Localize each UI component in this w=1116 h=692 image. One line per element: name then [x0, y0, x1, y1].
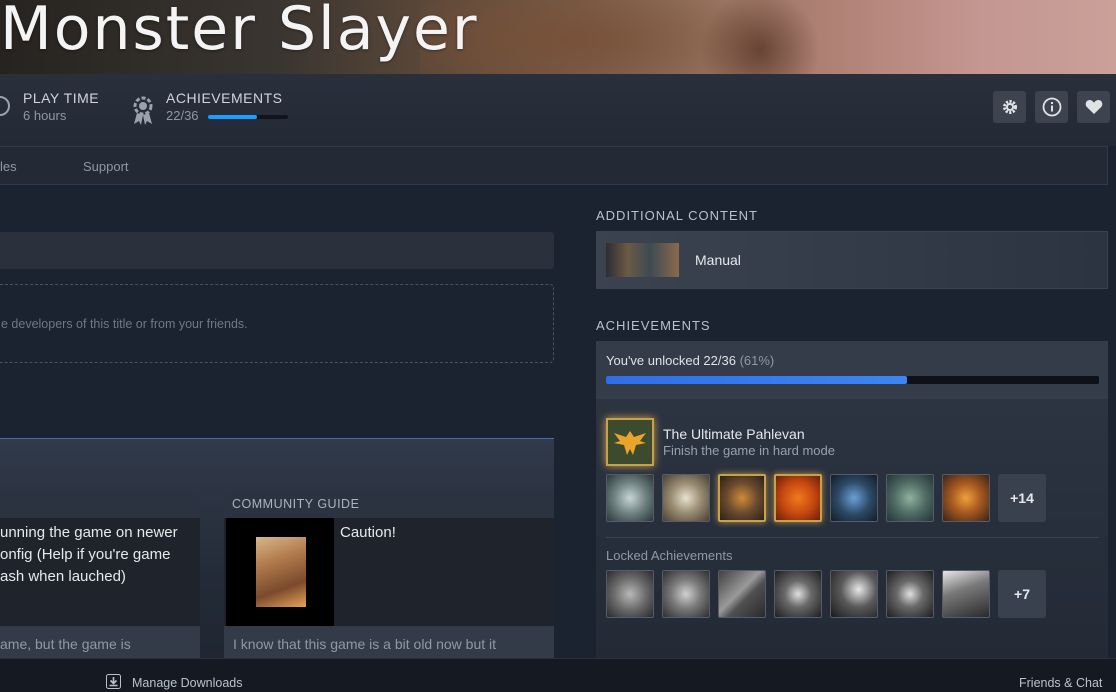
locked-achievements-label: Locked Achievements	[606, 548, 733, 563]
guide-card-foot: I know that this game is a bit old now b…	[233, 636, 497, 652]
game-title: Monster Slayer	[0, 0, 479, 64]
activity-empty-box: e developers of this title or from your …	[0, 284, 554, 363]
unlocked-achievement-4[interactable]	[774, 474, 822, 522]
achievements-panel: You've unlocked 22/36 (61%) The Ultimate…	[596, 341, 1108, 661]
guide-card-title: Caution!	[340, 524, 396, 541]
guide-card[interactable]: COMMUNITY GUIDE Caution! I know that thi…	[224, 491, 554, 661]
gear-icon	[1002, 100, 1017, 114]
achievements-summary-bar	[606, 376, 1099, 384]
hero-banner: Monster Slayer	[0, 0, 1116, 74]
dlc-label: Manual	[695, 252, 741, 268]
settings-button[interactable]	[993, 91, 1026, 123]
featured-achievement-icon[interactable]	[606, 418, 654, 466]
achievements-summary-text: You've unlocked 22/36 (61%)	[606, 353, 774, 368]
download-icon	[106, 674, 121, 689]
news-card[interactable]: unning the game on newer onfig (Help if …	[0, 491, 200, 661]
achievements-stat[interactable]: ACHIEVEMENTS 22/36	[130, 90, 282, 126]
locked-achievement-3[interactable]	[718, 570, 766, 618]
featured-achievement-description: Finish the game in hard mode	[663, 443, 835, 458]
locked-achievement-1[interactable]	[606, 570, 654, 618]
achievements-label: ACHIEVEMENTS	[166, 90, 283, 106]
guide-art-image	[256, 537, 306, 607]
manage-downloads-button[interactable]: Manage Downloads	[132, 676, 243, 690]
activity-empty-text: e developers of this title or from your …	[1, 317, 248, 331]
news-card-text: unning the game on newer onfig (Help if …	[0, 524, 178, 585]
heart-icon	[1085, 100, 1102, 114]
playtime-stat: PLAY TIME 6 hours	[23, 90, 99, 123]
unlocked-achievement-5[interactable]	[830, 474, 878, 522]
unlocked-achievement-7[interactable]	[942, 474, 990, 522]
activity-input-bar[interactable]	[0, 232, 554, 269]
favorite-button[interactable]	[1077, 91, 1110, 123]
tab-bundles[interactable]: les	[0, 159, 17, 174]
unlocked-achievement-2[interactable]	[662, 474, 710, 522]
achievements-summary-pct: (61%)	[739, 353, 775, 368]
dlc-thumbnail	[606, 243, 679, 277]
locked-achievement-2[interactable]	[662, 570, 710, 618]
achievement-icon	[133, 96, 153, 125]
unlocked-achievement-6[interactable]	[886, 474, 934, 522]
dlc-item-manual[interactable]: Manual	[596, 231, 1108, 289]
more-locked-button[interactable]: +7	[998, 570, 1046, 618]
info-icon	[1042, 97, 1061, 117]
guide-card-tag: COMMUNITY GUIDE	[232, 497, 360, 511]
info-button[interactable]	[1035, 91, 1068, 123]
locked-achievement-4[interactable]	[774, 570, 822, 618]
bottom-bar: Manage Downloads Friends & Chat	[0, 658, 1116, 692]
playtime-value: 6 hours	[23, 108, 67, 123]
unlocked-achievement-3[interactable]	[718, 474, 766, 522]
winged-emblem-icon	[614, 431, 646, 455]
tab-support[interactable]: Support	[83, 159, 129, 174]
friends-chat-button[interactable]: Friends & Chat	[1019, 676, 1102, 690]
locked-achievement-6[interactable]	[886, 570, 934, 618]
achievements-summary-fill	[606, 376, 907, 384]
more-unlocked-button[interactable]: +14	[998, 474, 1046, 522]
unlocked-achievement-1[interactable]	[606, 474, 654, 522]
additional-content-heading: ADDITIONAL CONTENT	[596, 208, 758, 223]
featured-achievement-title: The Ultimate Pahlevan	[663, 426, 805, 442]
playtime-label: PLAY TIME	[23, 90, 100, 106]
locked-achievement-7[interactable]	[942, 570, 990, 618]
achievements-divider	[606, 537, 1099, 538]
achievements-heading: ACHIEVEMENTS	[596, 318, 711, 333]
achievements-summary-count: You've unlocked 22/36	[606, 353, 736, 368]
achievements-progress-bar	[208, 115, 288, 119]
achievements-progress-fill	[208, 115, 257, 119]
news-card-foot: ame, but the game is	[0, 636, 131, 652]
section-tabs: les Support	[0, 146, 1108, 185]
achievements-summary[interactable]: You've unlocked 22/36 (61%)	[596, 341, 1108, 399]
locked-achievement-5[interactable]	[830, 570, 878, 618]
guide-thumbnail	[226, 518, 334, 626]
